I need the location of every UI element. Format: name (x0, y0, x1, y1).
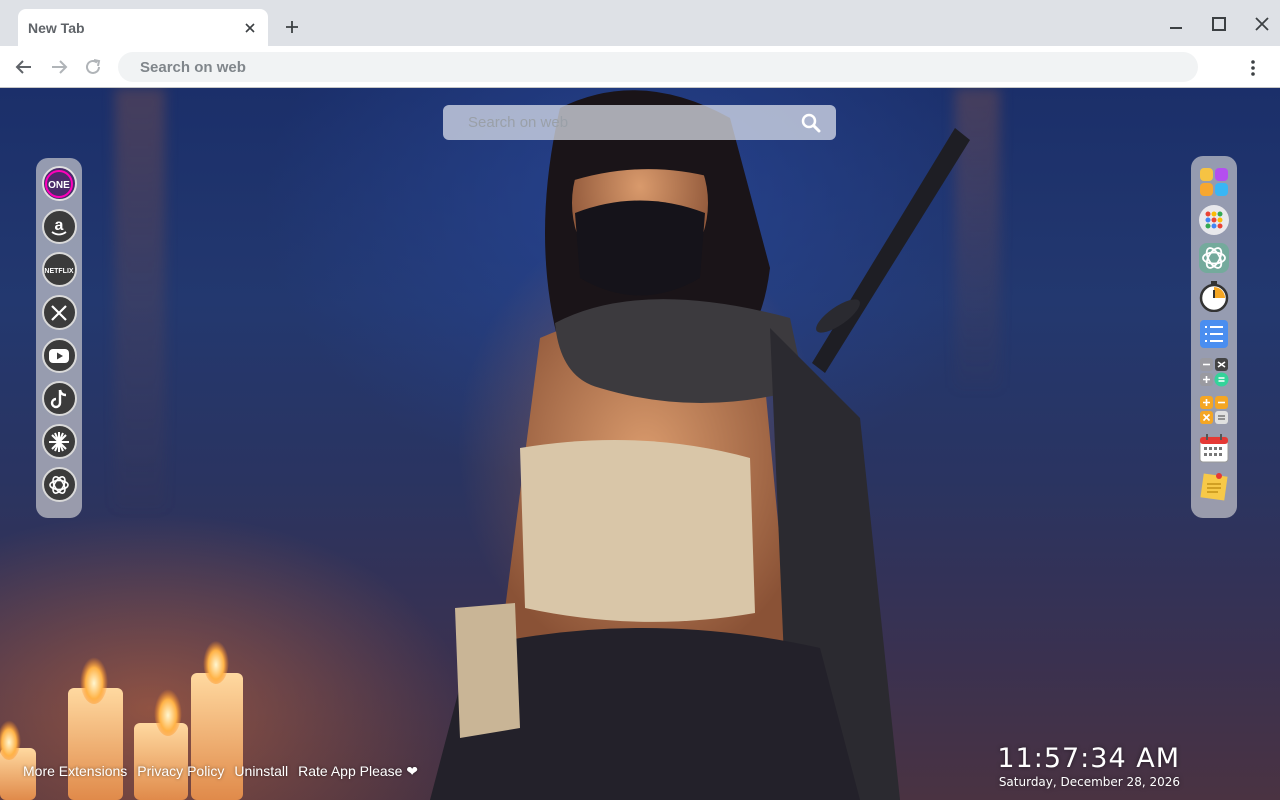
omnibox-placeholder: Search on web (140, 58, 246, 76)
checklist-icon[interactable] (1197, 317, 1231, 351)
maximize-button[interactable] (1204, 10, 1234, 38)
close-window-button[interactable] (1247, 10, 1277, 38)
sticky-note-icon[interactable] (1197, 469, 1231, 503)
right-tools-dock (1191, 156, 1237, 518)
omnibox[interactable]: Search on web (118, 52, 1198, 82)
tab-new-tab[interactable]: New Tab (18, 9, 268, 46)
footer-links: More Extensions Privacy Policy Uninstall… (23, 763, 418, 780)
new-tab-page: ONE a NETFLIX (0, 88, 1280, 800)
svg-text:a: a (55, 217, 64, 234)
reload-icon (86, 59, 101, 74)
clock-widget: 11:57:34 AM Saturday, December 28, 2026 (997, 743, 1180, 789)
youtube-icon[interactable] (41, 338, 77, 373)
uninstall-link[interactable]: Uninstall (234, 763, 288, 780)
tab-title: New Tab (28, 19, 85, 36)
chatgpt-icon[interactable] (1197, 241, 1231, 275)
privacy-policy-link[interactable]: Privacy Policy (137, 763, 224, 780)
amazon-icon[interactable]: a (41, 209, 77, 244)
minimize-button[interactable] (1161, 10, 1191, 38)
clock-date: Saturday, December 28, 2026 (998, 775, 1180, 789)
x-icon[interactable] (41, 295, 77, 330)
tab-strip: New Tab (0, 0, 1280, 46)
netflix-icon[interactable]: NETFLIX (41, 252, 77, 287)
reload-button[interactable] (81, 55, 105, 79)
left-shortcut-dock: ONE a NETFLIX (36, 158, 82, 518)
clock-time: 11:57:34 AM (997, 743, 1180, 774)
svg-text:ONE: ONE (48, 180, 70, 191)
search-icon[interactable] (800, 112, 822, 134)
kebab-menu-icon (1251, 60, 1255, 76)
calculator-orange-icon[interactable] (1197, 393, 1231, 427)
search-input[interactable] (468, 114, 800, 131)
tiktok-icon[interactable] (41, 381, 77, 416)
stopwatch-icon[interactable] (1197, 279, 1231, 313)
new-tab-button[interactable] (280, 15, 304, 39)
svg-text:NETFLIX: NETFLIX (44, 268, 73, 275)
browser-menu-button[interactable] (1243, 56, 1263, 80)
chatgpt-icon[interactable] (41, 467, 77, 502)
wallpaper-illustration (0, 90, 970, 800)
more-extensions-link[interactable]: More Extensions (23, 763, 127, 780)
rate-app-link[interactable]: Rate App Please ❤ (298, 763, 418, 780)
browser-toolbar: Search on web (0, 46, 1280, 88)
dots-grid-icon[interactable] (1197, 203, 1231, 237)
one-logo-icon[interactable]: ONE (41, 166, 77, 201)
calendar-icon[interactable] (1197, 431, 1231, 465)
calculator-icon[interactable] (1197, 355, 1231, 389)
back-arrow-icon (15, 60, 31, 74)
forward-button[interactable] (47, 55, 71, 79)
apps-grid-icon[interactable] (1197, 165, 1231, 199)
back-button[interactable] (12, 55, 36, 79)
tab-close-icon[interactable] (242, 20, 258, 36)
starburst-icon[interactable] (41, 424, 77, 459)
web-search-box (443, 105, 836, 140)
forward-arrow-icon (52, 60, 68, 74)
